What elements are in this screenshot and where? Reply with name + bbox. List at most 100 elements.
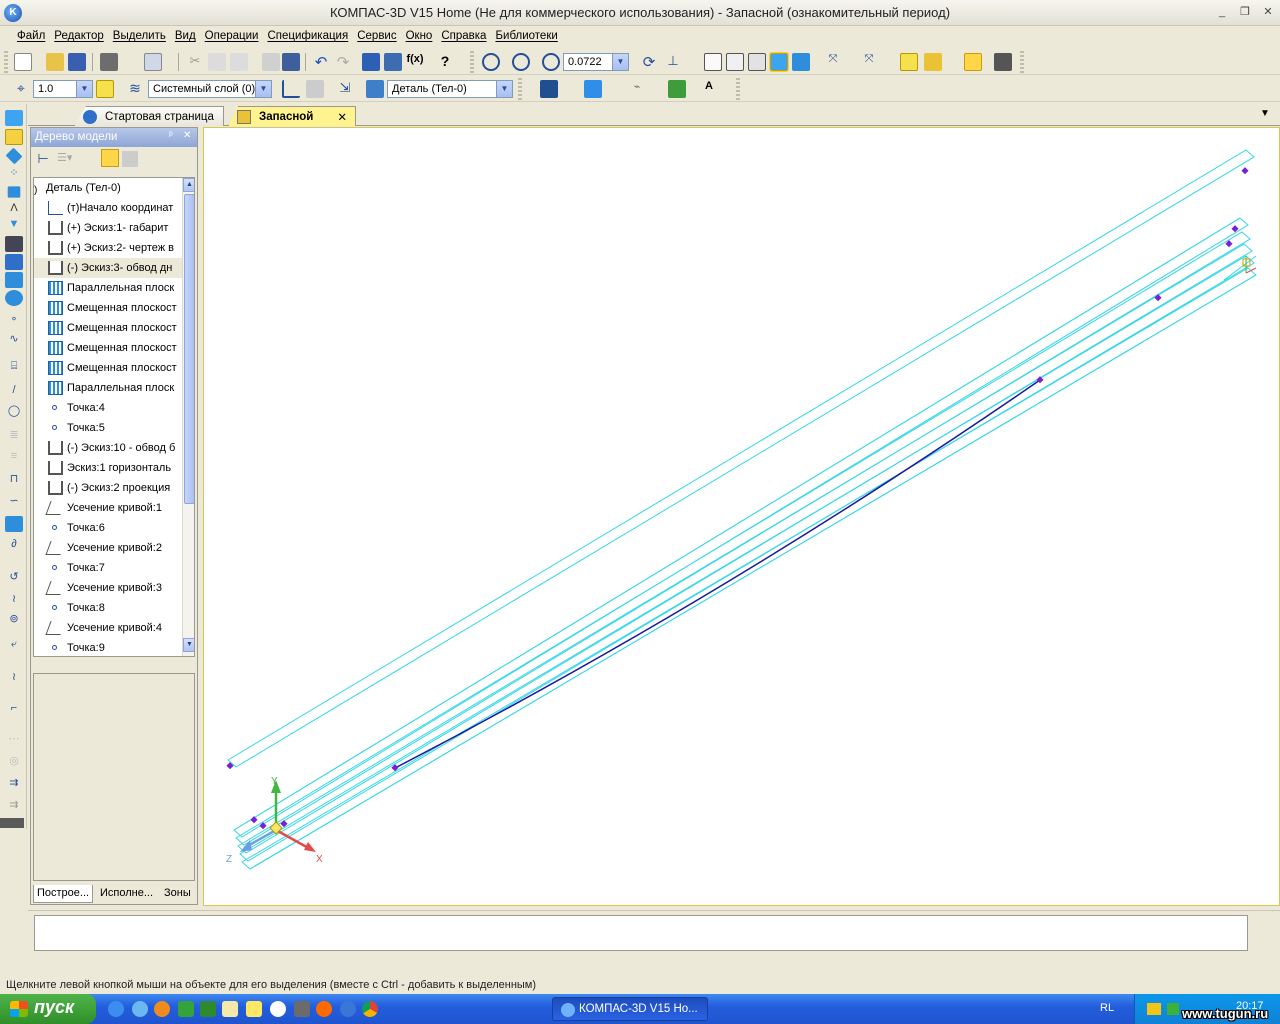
shaded-icon[interactable]: [769, 52, 789, 72]
line-icon[interactable]: /: [5, 384, 23, 400]
zoom-combo[interactable]: 0.0722 ▼: [563, 53, 629, 71]
tree-vertical-scrollbar[interactable]: ▲ ▼: [182, 178, 194, 656]
tree-item[interactable]: Эскиз:1 горизонталь: [34, 458, 184, 478]
chevron-down-icon[interactable]: ▼: [76, 81, 92, 97]
uv-icon[interactable]: ⋯: [5, 732, 23, 748]
print-icon[interactable]: [100, 53, 118, 71]
view-icon[interactable]: [5, 254, 23, 270]
scroll-left-icon[interactable]: ◀: [36, 656, 49, 657]
tab-start-page[interactable]: Стартовая страница: [74, 106, 224, 126]
part-icon[interactable]: [900, 53, 918, 71]
zoom-icon[interactable]: [482, 53, 500, 71]
hatch-icon[interactable]: ⌁: [628, 80, 646, 98]
color-icon[interactable]: [540, 80, 558, 98]
fill-icon[interactable]: [5, 516, 23, 532]
zoom-window-icon[interactable]: [512, 53, 530, 71]
tree-item[interactable]: (-) Эскиз:3- обвод дн: [34, 258, 184, 278]
menu-editor[interactable]: Редактор: [51, 27, 110, 47]
language-indicator[interactable]: RL: [1100, 1002, 1114, 1014]
kompas-quicklaunch-icon[interactable]: [340, 1001, 356, 1017]
rotate-icon[interactable]: ⟳: [640, 53, 658, 71]
tree-item[interactable]: (+) Эскиз:1- габарит: [34, 218, 184, 238]
point-marker[interactable]: [250, 816, 258, 824]
helix-icon[interactable]: ≣: [5, 428, 23, 444]
tree-view-icon[interactable]: ☰▾: [57, 151, 79, 167]
open-folder-icon[interactable]: [46, 53, 64, 71]
layer-combo[interactable]: Системный слой (0) ▼: [148, 80, 272, 98]
pin-icon[interactable]: ᵖ: [169, 130, 173, 141]
part-editing-icon[interactable]: [5, 110, 23, 126]
step-icon[interactable]: ⌖: [12, 80, 30, 98]
circle-icon[interactable]: ◯: [5, 404, 23, 420]
media-icon[interactable]: [270, 1001, 286, 1017]
tree-filter-icon[interactable]: [122, 151, 138, 167]
minimize-button[interactable]: _: [1214, 5, 1230, 20]
paste-icon[interactable]: [230, 53, 248, 71]
tree-item[interactable]: Точка:6: [34, 518, 184, 538]
composite-icon[interactable]: ⇉: [5, 776, 23, 792]
trim-curve-icon[interactable]: ⤶: [5, 638, 23, 654]
panel-scroll-indicator[interactable]: [0, 818, 24, 828]
curve-projection[interactable]: [394, 379, 1041, 769]
launcher-icon[interactable]: [178, 1001, 194, 1017]
scroll-right-icon[interactable]: ▶: [160, 656, 173, 657]
manager-icon[interactable]: [362, 53, 380, 71]
menu-help[interactable]: Справка: [438, 27, 492, 47]
toolbar-grip[interactable]: [4, 51, 8, 73]
help-pointer-icon[interactable]: ?: [436, 53, 454, 71]
network-icon[interactable]: [1167, 1003, 1179, 1015]
tools-icon[interactable]: [200, 1001, 216, 1017]
shaded-edges-icon[interactable]: [792, 53, 810, 71]
tree-item[interactable]: Смещенная плоскост: [34, 338, 184, 358]
coordinate-system-icon[interactable]: [282, 80, 300, 98]
orient-icon[interactable]: ⇲: [336, 80, 354, 98]
tree-item[interactable]: Усечение кривой:2: [34, 538, 184, 558]
tree-item[interactable]: Смещенная плоскост: [34, 318, 184, 338]
fx-icon[interactable]: f(x): [406, 53, 424, 71]
surface-icon[interactable]: [5, 290, 23, 306]
tree-structure-icon[interactable]: ⊢: [35, 151, 51, 167]
step-combo[interactable]: 1.0 ▼: [33, 80, 93, 98]
sketch-icon[interactable]: [5, 129, 23, 145]
scroll-up-icon[interactable]: ▲: [183, 178, 194, 192]
tree-item[interactable]: Параллельная плоск: [34, 278, 184, 298]
blender-icon[interactable]: [316, 1001, 332, 1017]
conic-icon[interactable]: ≡: [5, 450, 23, 466]
point-marker[interactable]: [1154, 294, 1162, 302]
copy-icon[interactable]: [208, 53, 226, 71]
zoom-scale-icon[interactable]: [542, 53, 560, 71]
tree-item[interactable]: Точка:4: [34, 398, 184, 418]
angle-icon[interactable]: Λ: [5, 202, 23, 218]
tree-item[interactable]: (т)Начало координат: [34, 198, 184, 218]
chrome-icon[interactable]: [362, 1001, 378, 1017]
menu-specification[interactable]: Спецификация: [264, 27, 354, 47]
tab-zones[interactable]: Зоны: [161, 885, 194, 903]
expander-icon[interactable]: ): [34, 181, 37, 198]
redo-icon[interactable]: ↷: [334, 53, 352, 71]
tree-item[interactable]: Параллельная плоск: [34, 378, 184, 398]
point-marker[interactable]: [226, 762, 234, 770]
point-icon[interactable]: ∘: [5, 312, 23, 328]
scroll-thumb[interactable]: [184, 194, 194, 504]
menu-view[interactable]: Вид: [172, 27, 202, 47]
tree-item[interactable]: Точка:9: [34, 638, 184, 656]
text-icon[interactable]: A: [700, 80, 718, 98]
tree-item[interactable]: (-) Эскиз:2 проекция: [34, 478, 184, 498]
blank-icon[interactable]: ⇉: [5, 798, 23, 814]
folder-icon[interactable]: [246, 1001, 262, 1017]
cut-icon[interactable]: ✂: [186, 53, 204, 71]
menu-libraries[interactable]: Библиотеки: [492, 27, 563, 47]
close-icon[interactable]: ✕: [183, 130, 191, 141]
measure-icon[interactable]: [994, 53, 1012, 71]
tree-item[interactable]: Точка:8: [34, 598, 184, 618]
preview-icon[interactable]: [144, 53, 162, 71]
tab-versions[interactable]: Исполне...: [97, 885, 156, 903]
polyline-icon[interactable]: ⊓: [5, 472, 23, 488]
menu-service[interactable]: Сервис: [354, 27, 402, 47]
notes-icon[interactable]: [222, 1001, 238, 1017]
variables-icon[interactable]: [282, 53, 300, 71]
part-combo[interactable]: Деталь (Тел-0) ▼: [387, 80, 513, 98]
point-marker[interactable]: [1241, 167, 1249, 175]
properties-icon[interactable]: [262, 53, 280, 71]
arc-icon[interactable]: ↺: [5, 570, 23, 586]
